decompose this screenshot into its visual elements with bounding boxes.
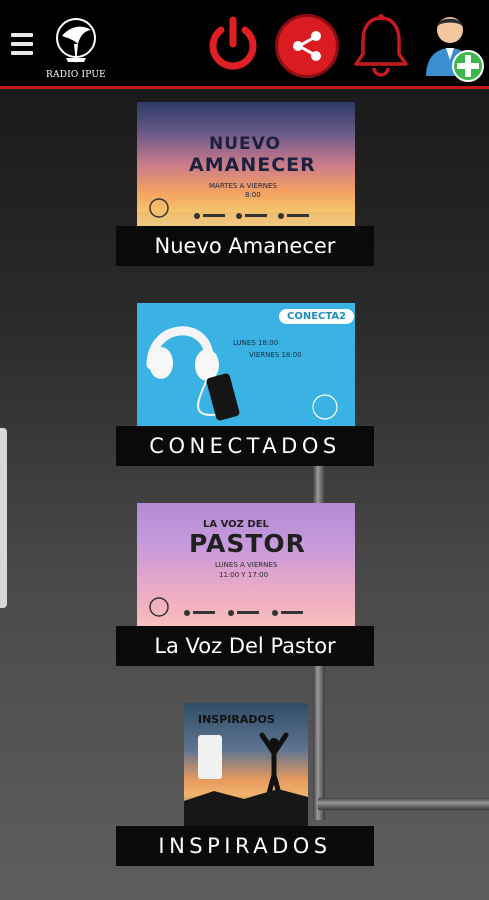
cover-title-line-1: NUEVO [209, 134, 281, 154]
logo-text: RADIO IPUE [46, 70, 106, 80]
decorative-pole-arm [318, 798, 489, 810]
program-label-la-voz-del-pastor[interactable]: La Voz Del Pastor [116, 626, 374, 666]
program-cover-nuevo-amanecer[interactable]: NUEVO AMANECER MARTES A VIERNES 8:00 [137, 102, 355, 226]
program-cover-inspirados[interactable]: INSPIRADOS [184, 703, 308, 827]
cover-schedule: LUNES A VIERNES [215, 561, 278, 569]
program-label-nuevo-amanecer[interactable]: Nuevo Amanecer [116, 226, 374, 266]
cover-social-bar [137, 198, 355, 226]
dove-logo-icon [56, 18, 96, 64]
program-label-conectados[interactable]: CONECTADOS [116, 426, 374, 466]
share-icon [293, 31, 321, 61]
cover-title-line-2: AMANECER [189, 154, 316, 176]
cover-time: 11:00 Y 17:00 [219, 571, 269, 579]
add-user-button[interactable] [420, 10, 486, 84]
cover-line-2: VIERNES 18:00 [249, 351, 302, 359]
power-button[interactable] [203, 14, 263, 74]
cover-title-line-2: PASTOR [189, 529, 306, 558]
cover-schedule: MARTES A VIERNES [209, 182, 277, 190]
bell-icon [354, 14, 408, 77]
program-cover-la-voz-del-pastor[interactable]: LA VOZ DEL PASTOR LUNES A VIERNES 11:00 … [137, 503, 355, 627]
cover-line-1: LUNES 18:00 [233, 339, 279, 347]
cover-title: INSPIRADOS [198, 713, 275, 726]
share-button[interactable] [275, 14, 339, 78]
program-label-inspirados[interactable]: INSPIRADOS [116, 826, 374, 866]
add-user-icon [426, 17, 484, 82]
power-icon [209, 16, 257, 70]
notifications-button[interactable] [350, 12, 412, 78]
app-header: RADIO IPUE [0, 0, 489, 89]
radio-logo: RADIO IPUE [44, 14, 108, 80]
conectados-badge: CONECTA2 [279, 309, 355, 324]
scroll-handle[interactable] [0, 428, 7, 608]
program-cover-conectados[interactable]: CONECTA2 LUNES 18:00 VIERNES 18:00 [137, 303, 355, 427]
cover-social-bar [149, 597, 303, 617]
menu-icon[interactable] [11, 33, 33, 55]
